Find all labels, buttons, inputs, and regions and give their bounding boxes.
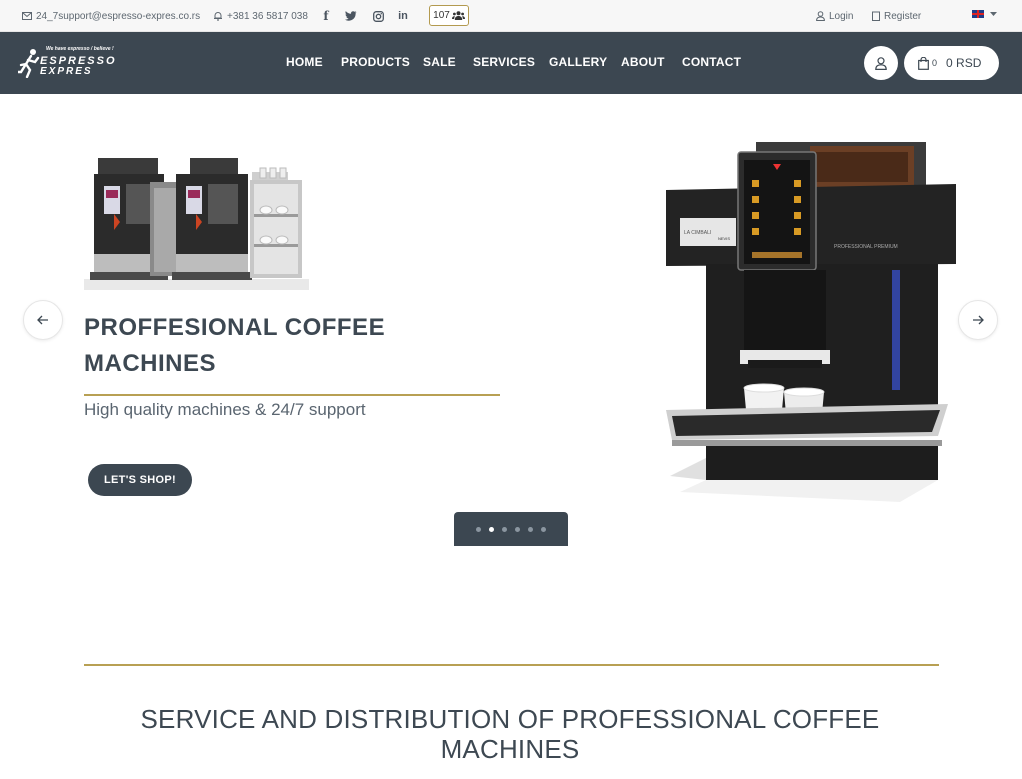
slide-dot-5[interactable] xyxy=(528,526,533,532)
slide-dot-3[interactable] xyxy=(502,526,507,532)
visitor-count: 107 xyxy=(433,10,450,21)
cart-button[interactable]: 0 0 RSD xyxy=(904,46,999,80)
nav-products[interactable]: PRODUCTS xyxy=(341,55,410,69)
shopping-bag-icon xyxy=(918,56,929,70)
slide-dot-6[interactable] xyxy=(541,526,546,532)
users-icon xyxy=(451,11,465,20)
phone-contact[interactable]: +381 36 5817 038 xyxy=(213,0,308,32)
slide-dot-4[interactable] xyxy=(515,526,520,532)
bell-icon xyxy=(214,12,222,21)
nav-home[interactable]: HOME xyxy=(286,55,323,69)
uk-flag-icon xyxy=(972,10,984,18)
email-contact[interactable]: 24_7support@espresso-expres.co.rs xyxy=(22,0,200,32)
coffee-machine-image: LA CIMBALI NEVIS PROFESSIONAL PREMIUM xyxy=(666,142,956,502)
login-label: Login xyxy=(829,10,854,22)
hero-title: PROFFESIONAL COFFEE MACHINES xyxy=(84,314,386,377)
instagram-icon[interactable] xyxy=(370,8,386,24)
account-button[interactable] xyxy=(864,46,898,80)
slide-dot-2[interactable] xyxy=(489,526,494,532)
caret-down-icon xyxy=(990,12,997,16)
email-text: 24_7support@espresso-expres.co.rs xyxy=(36,10,201,22)
nav-sale[interactable]: SALE xyxy=(423,55,456,69)
nav-contact[interactable]: CONTACT xyxy=(682,55,741,69)
slider-pagination xyxy=(454,512,568,546)
section-divider xyxy=(84,664,939,666)
hero-divider xyxy=(84,394,500,396)
register-link[interactable]: Register xyxy=(872,0,921,32)
svg-text:LA CIMBALI: LA CIMBALI xyxy=(684,230,711,236)
linkedin-icon[interactable]: in xyxy=(395,8,411,24)
envelope-icon xyxy=(22,12,32,20)
slide-dot-1[interactable] xyxy=(476,526,481,532)
coffee-machines-image xyxy=(84,158,309,290)
hero-subtitle: High quality machines & 24/7 support xyxy=(84,400,366,419)
facebook-icon[interactable]: f xyxy=(318,8,334,24)
section-title: SERVICE AND DISTRIBUTION OF PROFESSIONAL… xyxy=(140,704,880,764)
twitter-icon[interactable] xyxy=(343,8,359,24)
visitor-counter: 107 xyxy=(429,5,469,26)
phone-text: +381 36 5817 038 xyxy=(227,10,308,22)
clipboard-icon xyxy=(872,11,880,21)
nav-about[interactable]: ABOUT xyxy=(621,55,665,69)
cart-total: 0 RSD xyxy=(946,56,982,70)
language-selector[interactable] xyxy=(972,10,997,18)
panel-label: PROFESSIONAL PREMIUM xyxy=(834,244,898,250)
slider-next-button[interactable] xyxy=(958,300,998,340)
lets-shop-button[interactable]: LET'S SHOP! xyxy=(88,464,192,496)
slider-prev-button[interactable] xyxy=(23,300,63,340)
hero-slider: PROFFESIONAL COFFEE MACHINES High qualit… xyxy=(0,94,1022,564)
nav-gallery[interactable]: GALLERY xyxy=(549,55,607,69)
user-icon xyxy=(875,56,887,70)
cart-item-count: 0 xyxy=(932,58,938,68)
arrow-left-icon xyxy=(37,315,48,325)
user-icon xyxy=(816,11,825,21)
arrow-right-icon xyxy=(973,315,984,325)
nevis-badge: NEVIS xyxy=(718,236,730,241)
nav-services[interactable]: SERVICES xyxy=(473,55,535,69)
login-link[interactable]: Login xyxy=(816,0,853,32)
main-navbar: We have espresso / believe ! ESPRESSO EX… xyxy=(0,32,1022,94)
top-bar: 24_7support@espresso-expres.co.rs +381 3… xyxy=(0,0,1022,32)
register-label: Register xyxy=(884,10,922,22)
